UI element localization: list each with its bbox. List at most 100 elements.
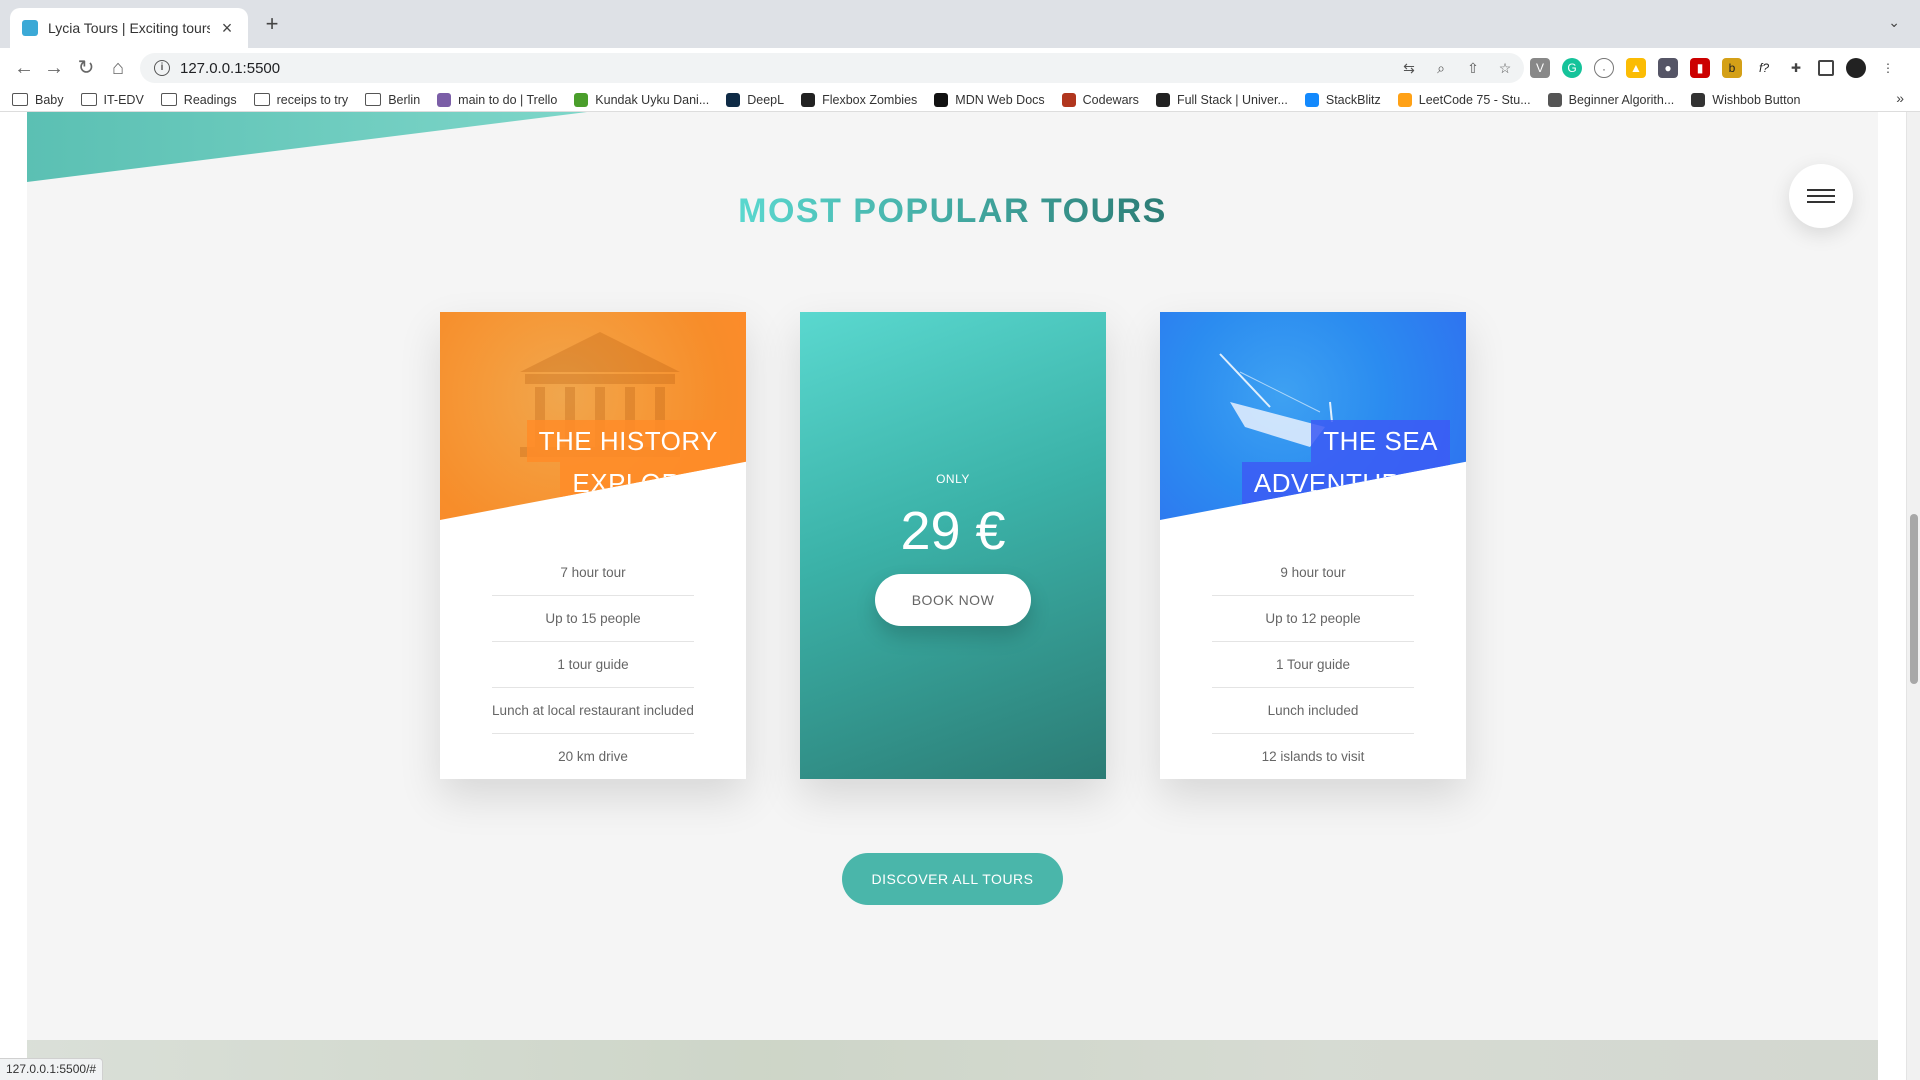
- bookmark-label: main to do | Trello: [458, 92, 558, 107]
- list-item: 1 Tour guide: [1212, 642, 1414, 688]
- extension-red-icon[interactable]: ▮: [1690, 58, 1710, 78]
- page-scrollbar[interactable]: [1906, 112, 1920, 1080]
- home-icon[interactable]: ⌂: [106, 56, 130, 80]
- share-icon[interactable]: ⇧: [1464, 59, 1482, 77]
- new-tab-button[interactable]: +: [260, 12, 284, 36]
- site-favicon-icon: [801, 92, 816, 107]
- bookmark-label: Readings: [183, 92, 237, 107]
- price-card: ONLY 29 € BOOK NOW: [800, 312, 1106, 779]
- list-item: Up to 12 people: [1212, 596, 1414, 642]
- bookmark-item[interactable]: Baby: [12, 93, 64, 107]
- bookmark-label: DeepL: [747, 92, 785, 107]
- site-favicon-icon: [1061, 92, 1076, 107]
- url-text[interactable]: 127.0.0.1:5500: [180, 60, 280, 77]
- sea-adventurer-title: THE SEA ADVENTURER: [1241, 420, 1450, 504]
- status-bar-url: 127.0.0.1:5500/#: [0, 1058, 104, 1080]
- list-item: 1 tour guide: [492, 642, 694, 688]
- bookmark-item[interactable]: Full Stack | Univer...: [1155, 92, 1288, 107]
- site-info-icon[interactable]: i: [154, 60, 170, 76]
- back-arrow-icon[interactable]: ←: [12, 56, 36, 80]
- list-item: 12 islands to visit: [1261, 749, 1365, 764]
- bookmark-item[interactable]: Flexbox Zombies: [801, 92, 918, 107]
- folder-icon: [253, 93, 270, 106]
- bookmark-item[interactable]: Codewars: [1061, 92, 1139, 107]
- site-favicon-icon: [1397, 92, 1412, 107]
- bookmark-label: Berlin: [388, 92, 421, 107]
- bookmark-item[interactable]: StackBlitz: [1304, 92, 1381, 107]
- bookmark-item[interactable]: receips to try: [253, 92, 349, 107]
- grammarly-icon[interactable]: G: [1562, 58, 1582, 78]
- bookmark-label: receips to try: [276, 92, 349, 107]
- browser-menu-icon[interactable]: ⋮: [1878, 58, 1898, 78]
- side-panel-icon[interactable]: [1818, 60, 1834, 76]
- bookmark-item[interactable]: Kundak Uyku Dani...: [574, 92, 709, 107]
- browser-tab[interactable]: Lycia Tours | Exciting tours for ×: [10, 8, 248, 48]
- extension-yellow-icon[interactable]: b: [1722, 58, 1742, 78]
- discover-all-tours-button[interactable]: DISCOVER ALL TOURS: [842, 853, 1063, 905]
- more-bookmarks-icon[interactable]: »: [1896, 90, 1904, 106]
- site-favicon-icon: [934, 92, 949, 107]
- bookmark-item[interactable]: IT-EDV: [80, 92, 144, 107]
- list-item: Up to 15 people: [492, 596, 694, 642]
- header-wedge: [27, 112, 587, 182]
- sea-adventurer-image: THE SEA ADVENTURER: [1160, 312, 1466, 520]
- navigation-menu-button[interactable]: [1789, 164, 1853, 228]
- close-tab-icon[interactable]: ×: [218, 18, 236, 39]
- folder-icon: [80, 93, 97, 106]
- address-bar[interactable]: i 127.0.0.1:5500 ⇆ ⌕ ⇧ ☆: [140, 53, 1524, 83]
- bookmark-item[interactable]: Readings: [160, 92, 237, 107]
- forward-arrow-icon[interactable]: →: [42, 56, 66, 80]
- bookmark-item[interactable]: Wishbob Button: [1691, 92, 1801, 107]
- extension-circle-icon[interactable]: ·: [1594, 58, 1614, 78]
- extension-v-icon[interactable]: V: [1530, 58, 1550, 78]
- browser-toolbar: ← → ↻ ⌂ i 127.0.0.1:5500 ⇆ ⌕ ⇧ ☆ V G · ▲…: [0, 48, 1920, 88]
- site-favicon-icon: [22, 20, 38, 36]
- page-viewport: MOST POPULAR TOURS THE HISTORY EXPLORER …: [0, 112, 1920, 1080]
- folder-icon: [160, 93, 177, 106]
- history-features-list: 7 hour tour Up to 15 people 1 tour guide…: [492, 550, 694, 779]
- bookmark-item[interactable]: Beginner Algorith...: [1547, 92, 1675, 107]
- scrollbar-thumb[interactable]: [1910, 514, 1918, 684]
- bookmark-item[interactable]: Berlin: [365, 93, 420, 107]
- site-favicon-icon: [1155, 92, 1170, 107]
- book-now-button[interactable]: BOOK NOW: [875, 574, 1031, 626]
- price-value: 29 €: [900, 501, 1006, 561]
- drive-icon[interactable]: ▲: [1626, 58, 1646, 78]
- bookmark-label: Full Stack | Univer...: [1176, 92, 1288, 107]
- bookmark-item[interactable]: main to do | Trello: [437, 92, 558, 107]
- list-item: 20 km drive: [558, 749, 628, 764]
- extension-screen-icon[interactable]: ●: [1658, 58, 1678, 78]
- font-finder-icon[interactable]: f?: [1754, 58, 1774, 78]
- tab-strip: Lycia Tours | Exciting tours for × + ⌄: [0, 0, 1920, 48]
- bookmark-label: Wishbob Button: [1712, 92, 1801, 107]
- bookmark-label: Codewars: [1082, 92, 1139, 107]
- history-explorer-image: THE HISTORY EXPLORER: [440, 312, 746, 520]
- list-item: 7 hour tour: [492, 550, 694, 596]
- extensions-puzzle-icon[interactable]: ✚: [1786, 58, 1806, 78]
- bookmark-label: Beginner Algorith...: [1568, 92, 1675, 107]
- bookmark-label: StackBlitz: [1325, 92, 1381, 107]
- folder-icon: [365, 93, 382, 106]
- site-favicon-icon: [1547, 92, 1562, 107]
- site-favicon-icon: [437, 92, 452, 107]
- bookmarks-bar: Baby IT-EDV Readings receips to try Berlin ma…: [0, 88, 1920, 112]
- tab-title: Lycia Tours | Exciting tours for: [48, 20, 210, 36]
- bookmark-item[interactable]: LeetCode 75 - Stu...: [1397, 92, 1531, 107]
- bookmark-item[interactable]: DeepL: [726, 92, 785, 107]
- site-favicon-icon: [1691, 92, 1706, 107]
- bookmark-label: Flexbox Zombies: [822, 92, 918, 107]
- translate-icon[interactable]: ⇆: [1400, 59, 1418, 77]
- bookmark-label: IT-EDV: [103, 92, 144, 107]
- reload-icon[interactable]: ↻: [74, 56, 98, 80]
- zoom-icon[interactable]: ⌕: [1432, 59, 1450, 77]
- bookmark-star-icon[interactable]: ☆: [1496, 59, 1514, 77]
- only-label: ONLY: [936, 472, 970, 486]
- site-favicon-icon: [726, 92, 741, 107]
- bookmark-item[interactable]: MDN Web Docs: [934, 92, 1045, 107]
- profile-avatar[interactable]: [1846, 58, 1866, 78]
- list-item: 9 hour tour: [1212, 550, 1414, 596]
- tab-search-chevron-icon[interactable]: ⌄: [1888, 14, 1900, 31]
- list-item: Lunch at local restaurant included: [492, 688, 694, 734]
- site-favicon-icon: [574, 92, 589, 107]
- section-title: MOST POPULAR TOURS: [738, 192, 1167, 230]
